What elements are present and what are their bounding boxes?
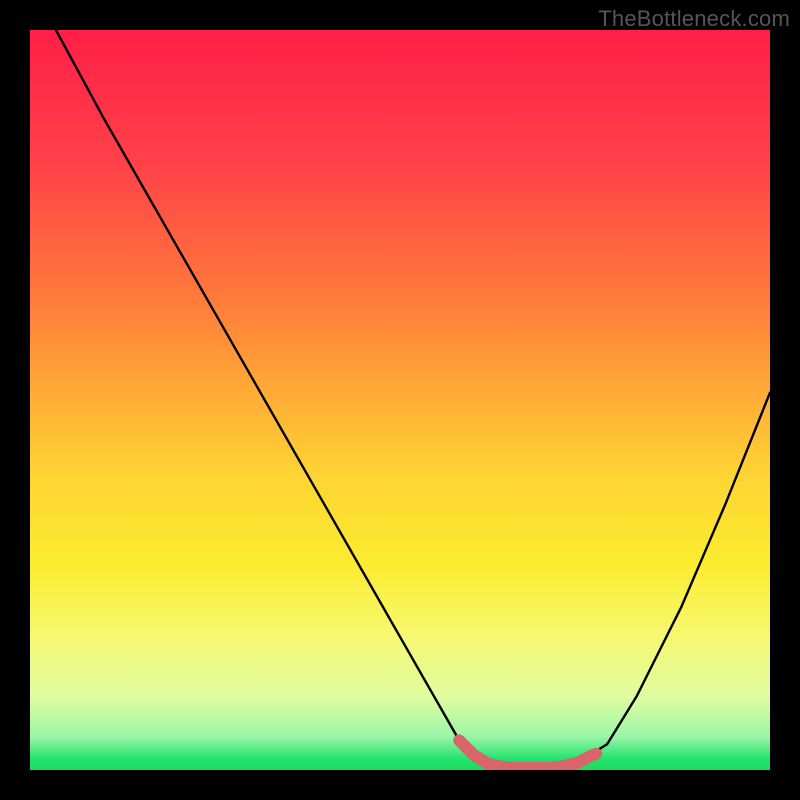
watermark-text: TheBottleneck.com [598,6,790,32]
optimal-zone-end-dot [590,748,602,760]
bottleneck-chart [0,0,800,800]
chart-container: TheBottleneck.com [0,0,800,800]
gradient-background [30,30,770,770]
